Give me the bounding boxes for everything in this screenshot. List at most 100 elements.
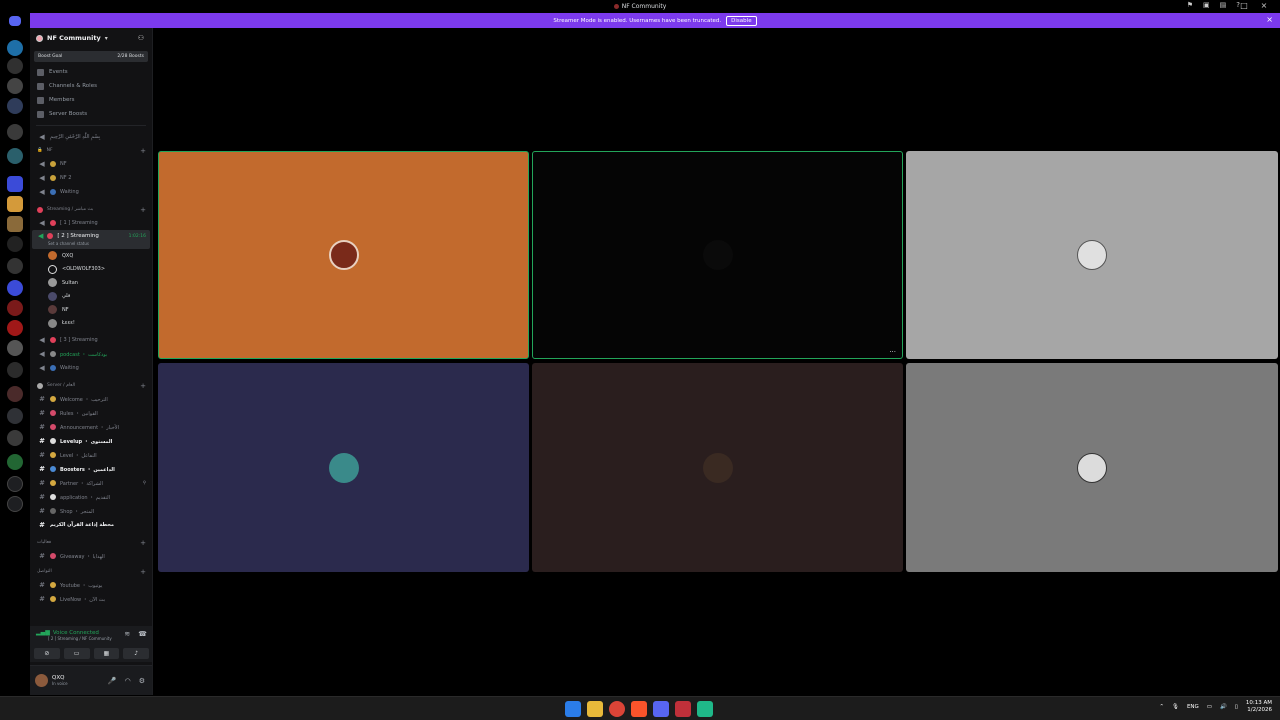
server-icon[interactable] — [7, 300, 23, 316]
voice-channel-nf[interactable]: ◀ NF — [30, 157, 152, 171]
server-icon[interactable] — [7, 176, 23, 192]
minimize-button[interactable]: – — [1214, 0, 1234, 12]
noise-suppression-icon[interactable]: ≋ — [124, 630, 130, 638]
category-server[interactable]: Server / العام + — [30, 379, 152, 392]
text-channel-giveaway[interactable]: # Giveaway ・ الهدايا — [30, 549, 152, 563]
add-channel-icon[interactable]: + — [140, 382, 146, 390]
participant-tile[interactable] — [158, 151, 529, 359]
boost-goal-bar[interactable]: Boost Goal 2/28 Boosts — [34, 51, 148, 62]
server-icon[interactable] — [7, 340, 23, 356]
language-indicator[interactable]: ENG — [1187, 704, 1199, 710]
microphone-icon[interactable]: 🎙 — [1172, 704, 1179, 710]
server-icon[interactable] — [7, 430, 23, 446]
text-channel-levelup[interactable]: # Levelup ・ المستوى — [30, 434, 152, 448]
voice-member[interactable]: فلي — [30, 290, 152, 304]
avatar[interactable] — [35, 674, 48, 687]
window-icon[interactable]: ▣ — [1203, 1, 1210, 9]
disable-streamer-button[interactable]: Disable — [726, 15, 757, 26]
voice-channel-streaming-1[interactable]: ◀[ 1 ] Streaming — [30, 216, 152, 230]
voice-member[interactable]: NF — [30, 303, 152, 317]
participant-tile[interactable] — [906, 151, 1278, 359]
server-icon[interactable] — [7, 58, 23, 74]
add-server-icon[interactable] — [7, 476, 23, 492]
add-channel-icon[interactable]: + — [140, 568, 146, 576]
file-explorer-icon[interactable] — [587, 701, 603, 717]
participant-tile[interactable] — [532, 363, 903, 572]
invite-icon[interactable]: ⚇ — [138, 34, 144, 42]
app-icon[interactable] — [675, 701, 691, 717]
voice-channel-waiting[interactable]: ◀ Waiting — [30, 185, 152, 199]
menu-channels-roles[interactable]: Channels & Roles — [30, 79, 152, 93]
inbox-icon[interactable]: ⚑ — [1187, 1, 1193, 9]
server-icon[interactable] — [7, 362, 23, 378]
add-channel-icon[interactable]: + — [140, 206, 146, 214]
discord-icon[interactable] — [653, 701, 669, 717]
more-options-icon[interactable]: ··· — [889, 348, 896, 356]
text-channel-livenow[interactable]: # LiveNow ・ بث الآن — [30, 592, 152, 606]
server-icon[interactable] — [7, 454, 23, 470]
participant-tile[interactable] — [906, 363, 1278, 572]
server-icon[interactable] — [7, 98, 23, 114]
participant-tile[interactable]: ··· — [532, 151, 903, 359]
server-icon[interactable] — [7, 40, 23, 56]
category-nf[interactable]: 🔒 NF + — [30, 144, 152, 157]
category-streaming[interactable]: Streaming / بث مباشر + — [30, 203, 152, 216]
gear-icon[interactable]: ⚙ — [139, 677, 145, 685]
text-channel-announcement[interactable]: # Announcement ・ الأخبار — [30, 420, 152, 434]
menu-server-boosts[interactable]: Server Boosts — [30, 107, 152, 121]
chrome-icon[interactable] — [609, 701, 625, 717]
server-icon[interactable] — [7, 320, 23, 336]
voice-member[interactable]: Łεεε! — [30, 317, 152, 331]
add-channel-icon[interactable]: + — [140, 147, 146, 155]
server-icon[interactable] — [7, 258, 23, 274]
close-window-button[interactable]: × — [1254, 0, 1274, 12]
channel-bismillah[interactable]: ◀ بِسْمِ اللَّهِ الرَّحْمَٰنِ الرَّحِيمِ — [30, 130, 152, 144]
screen-share-button[interactable]: ▭ — [63, 648, 90, 659]
voice-member[interactable]: <OLDWOLF303> — [30, 263, 152, 277]
text-channel-boosters[interactable]: # Boosters ・ الداعمين — [30, 462, 152, 476]
voice-channel-streaming-2-active[interactable]: ◀[ 2 ] Streaming 1:02:16 Set a channel st… — [32, 230, 150, 249]
voice-member[interactable]: QXQ — [30, 249, 152, 263]
close-banner-icon[interactable]: × — [1266, 15, 1273, 24]
server-header[interactable]: NF Community ▾ ⚇ — [30, 28, 152, 48]
server-icon[interactable] — [7, 124, 23, 140]
volume-icon[interactable]: 🔊 — [1220, 704, 1227, 710]
soundboard-button[interactable]: ♪ — [123, 648, 149, 659]
microphone-icon[interactable]: 🎤 — [108, 677, 117, 685]
text-channel-level[interactable]: # Level ・ التفاعل — [30, 448, 152, 462]
clock[interactable]: 10:13 AM 1/2/2026 — [1246, 700, 1272, 714]
headphones-icon[interactable]: ◠ — [125, 677, 131, 685]
windows-start-icon[interactable] — [565, 701, 581, 717]
text-channel-welcome[interactable]: # Welcome ・ الترحيب — [30, 392, 152, 406]
text-channel-youtube[interactable]: # Youtube ・ يوتيوب — [30, 578, 152, 592]
participant-tile[interactable] — [158, 363, 529, 572]
category-social[interactable]: التواصل + — [30, 565, 152, 578]
menu-members[interactable]: Members — [30, 93, 152, 107]
text-channel-application[interactable]: # application ・ التقديم — [30, 490, 152, 504]
text-channel-partner[interactable]: # Partner ・ الشراكة ⚲ — [30, 476, 152, 490]
voice-channel-streaming-3[interactable]: ◀[ 3 ] Streaming — [30, 333, 152, 347]
server-icon[interactable] — [7, 386, 23, 402]
server-icon[interactable] — [7, 408, 23, 424]
add-channel-icon[interactable]: + — [140, 539, 146, 547]
server-icon[interactable] — [7, 280, 23, 296]
discord-home-icon[interactable] — [9, 16, 21, 26]
server-icon[interactable] — [7, 78, 23, 94]
server-icon[interactable] — [7, 148, 23, 164]
brave-icon[interactable] — [631, 701, 647, 717]
voice-channel-nf2[interactable]: ◀ NF 2 — [30, 171, 152, 185]
activities-button[interactable]: ▦ — [93, 648, 120, 659]
text-channel-shop[interactable]: # Shop ・ المتجر — [30, 504, 152, 518]
chevron-up-icon[interactable]: ⌃ — [1159, 704, 1164, 710]
explore-icon[interactable] — [7, 496, 23, 512]
server-icon[interactable] — [7, 236, 23, 252]
channel-status-prompt[interactable]: Set a channel status — [38, 241, 150, 246]
server-icon[interactable] — [7, 196, 23, 212]
voice-member[interactable]: Sultan — [30, 276, 152, 290]
camera-off-button[interactable]: ⊘ — [34, 648, 60, 659]
maximize-button[interactable]: □ — [1234, 0, 1254, 12]
disconnect-icon[interactable]: ☎ — [138, 630, 147, 638]
voice-channel-waiting-2[interactable]: ◀ Waiting — [30, 361, 152, 375]
category-events[interactable]: فعاليات + — [30, 536, 152, 549]
text-channel-rules[interactable]: # Rules ・ القوانين — [30, 406, 152, 420]
